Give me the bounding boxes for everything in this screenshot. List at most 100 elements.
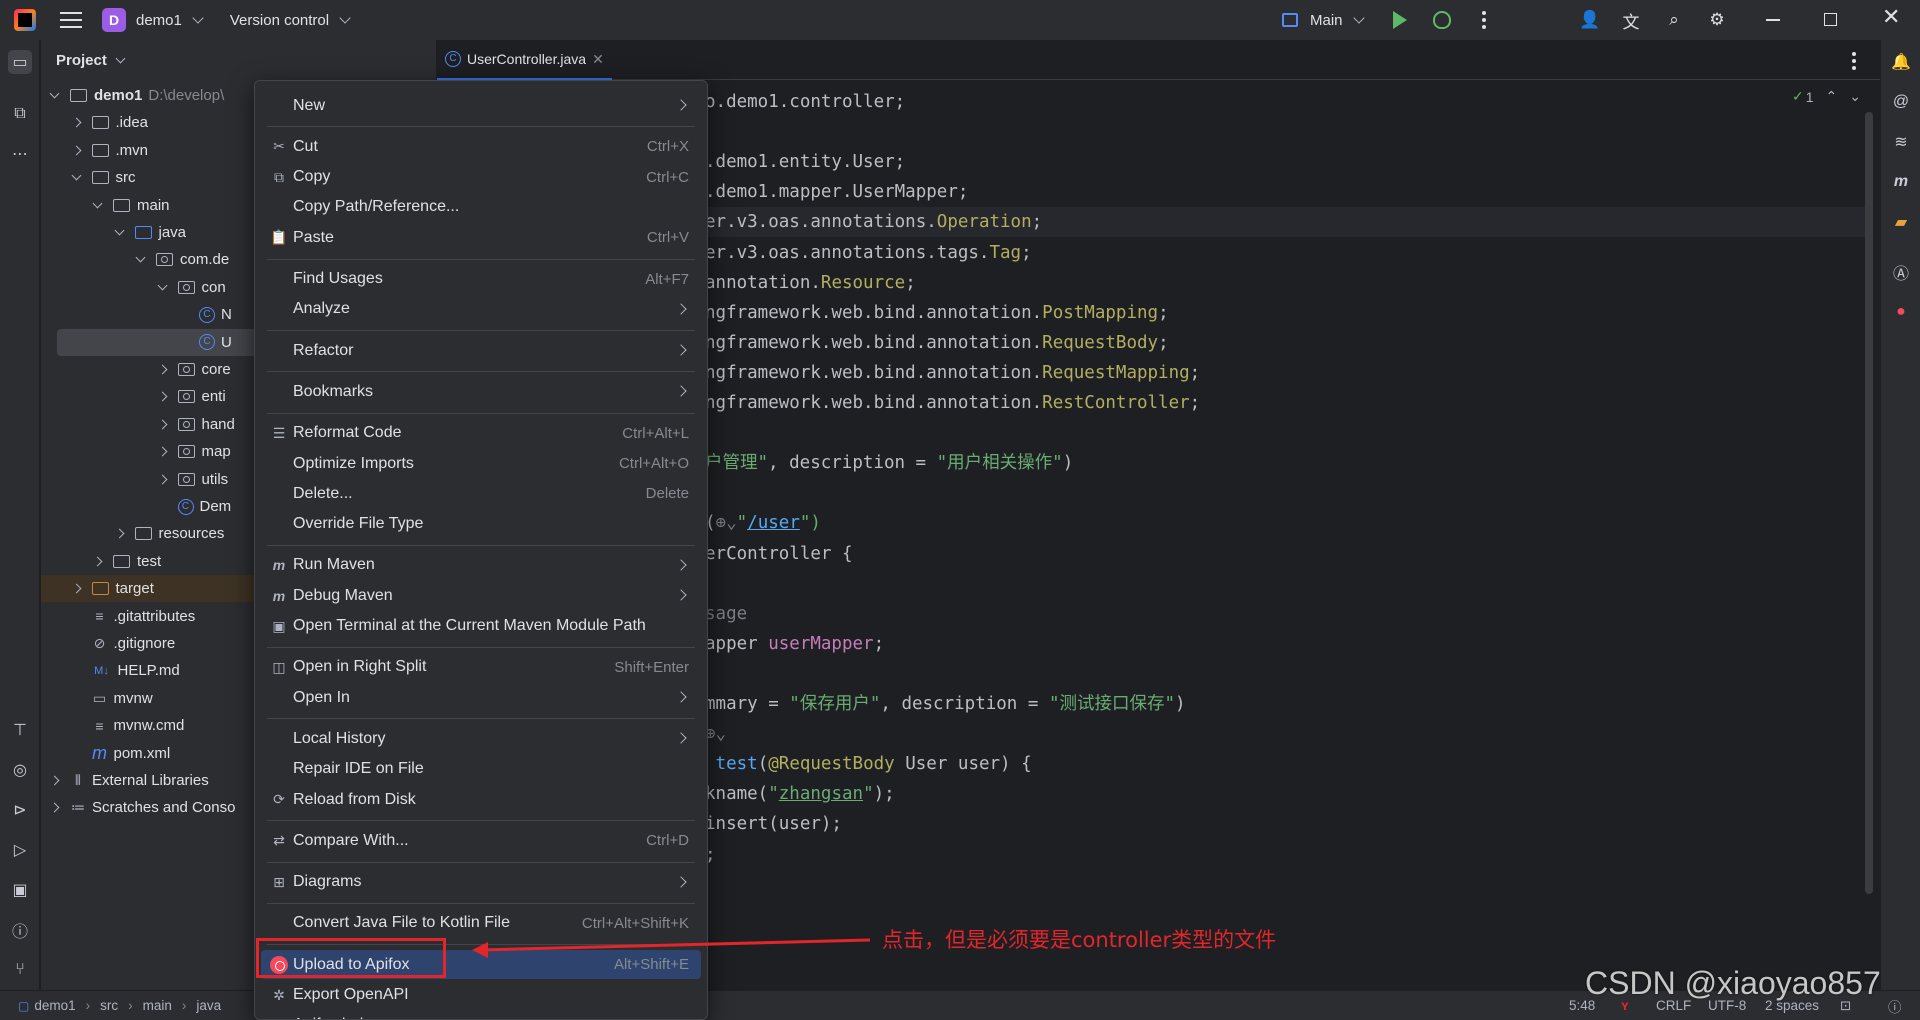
tree-node-content: con — [157, 279, 226, 296]
chevron-right-icon[interactable] — [114, 528, 124, 539]
chevron-right-icon[interactable] — [71, 117, 81, 128]
menu-item-copy[interactable]: ⧉ Copy Ctrl+C — [261, 163, 701, 192]
services-tool-icon[interactable]: ◎ — [8, 758, 32, 782]
close-window-icon[interactable]: ✕ — [1882, 6, 1900, 28]
restore-window-icon[interactable] — [1824, 13, 1837, 26]
menu-item-optimize-imports[interactable]: Optimize Imports Ctrl+Alt+O — [261, 449, 701, 478]
structure-tool-icon[interactable]: ⧉ — [8, 102, 32, 126]
problems-tool-icon[interactable]: ⓘ — [8, 918, 32, 942]
chevron-down-icon[interactable] — [135, 252, 146, 263]
database-icon[interactable]: ≋ — [1889, 130, 1913, 154]
menu-item-reformat-code[interactable]: ☰ Reformat Code Ctrl+Alt+L — [261, 419, 701, 448]
chevron-right-icon[interactable] — [92, 556, 103, 567]
project-switcher[interactable]: demo1 — [136, 12, 204, 29]
menu-item-copy-path-reference[interactable]: Copy Path/Reference... — [261, 193, 701, 222]
project-badge[interactable]: D — [102, 8, 126, 32]
chevron-right-icon[interactable] — [157, 446, 167, 457]
menu-item-debug-maven[interactable]: m Debug Maven — [261, 581, 701, 610]
run-tool-icon[interactable]: ⊳ — [8, 798, 32, 822]
chevron-right-icon: › — [85, 998, 91, 1013]
java-class-icon: C — [199, 334, 215, 351]
menu-item-open-in[interactable]: Open In — [261, 683, 701, 712]
chevron-right-icon[interactable] — [71, 583, 81, 594]
translate-icon[interactable]: 文 — [1621, 10, 1641, 32]
editor-scrollbar[interactable] — [1865, 112, 1873, 894]
menu-item-export-openapi[interactable]: ✲ Export OpenAPI — [261, 981, 701, 1010]
run-config-selector[interactable]: Main — [1282, 12, 1365, 29]
maven-debug-icon: m — [272, 587, 286, 604]
menu-item-paste[interactable]: 📋 Paste Ctrl+V — [261, 223, 701, 252]
notes-icon[interactable]: ▰ — [1889, 210, 1913, 234]
tab-options-icon[interactable] — [1852, 52, 1856, 70]
menu-item-delete[interactable]: Delete... Delete — [261, 479, 701, 508]
breadcrumb-item[interactable]: java — [196, 998, 221, 1013]
code-token: 户管理" — [705, 453, 769, 474]
menu-item-bookmarks[interactable]: Bookmarks — [261, 377, 701, 406]
menu-item-analyze[interactable]: Analyze — [261, 295, 701, 324]
chevron-down-icon[interactable] — [114, 225, 124, 236]
menu-item-run-maven[interactable]: m Run Maven — [261, 551, 701, 580]
problems-icon[interactable]: ⓘ — [1888, 996, 1902, 1016]
menu-item-repair-ide-on-file[interactable]: Repair IDE on File — [261, 755, 701, 784]
minimize-window-icon[interactable] — [1766, 19, 1780, 21]
chevron-down-icon[interactable] — [157, 280, 167, 291]
more-tools-icon[interactable]: ⋯ — [8, 142, 32, 166]
menu-item-compare-with[interactable]: ⇄ Compare With... Ctrl+D — [261, 826, 701, 855]
play-tool-icon[interactable]: ▷ — [8, 838, 32, 862]
chevron-right-icon[interactable] — [157, 391, 167, 402]
chevron-right-icon[interactable] — [157, 364, 167, 375]
project-panel-title: Project — [56, 52, 107, 69]
close-tab-icon[interactable]: ✕ — [592, 51, 604, 68]
menu-item-reload-from-disk[interactable]: ⟳ Reload from Disk — [261, 785, 701, 814]
breadcrumb-item[interactable]: src — [100, 998, 118, 1013]
project-panel-header[interactable]: Project — [56, 52, 126, 69]
menu-item-find-usages[interactable]: Find Usages Alt+F7 — [261, 265, 701, 294]
menu-item-open-in-right-split[interactable]: ◫ Open in Right Split Shift+Enter — [261, 653, 701, 682]
menu-item-apifox-helper[interactable]: Apifox helper — [261, 1011, 701, 1019]
chevron-down-icon[interactable] — [49, 88, 60, 99]
source-folder-icon — [134, 226, 152, 239]
code-token: ; — [873, 633, 885, 654]
inspection-widget[interactable]: ✓ 1 ⌃ ⌄ — [1792, 88, 1861, 105]
chevron-right-icon[interactable] — [157, 419, 167, 430]
ai-assistant-icon[interactable]: @ — [1889, 90, 1913, 114]
menu-item-label: Compare With... — [293, 831, 409, 849]
menu-item-open-terminal-at-the-current-maven-module-path[interactable]: ▣ Open Terminal at the Current Maven Modu… — [261, 612, 701, 641]
debug-icon[interactable] — [1433, 11, 1451, 29]
menu-item-override-file-type[interactable]: Override File Type — [261, 510, 701, 539]
chevron-right-icon — [675, 344, 687, 356]
chevron-up-icon[interactable]: ⌃ — [1826, 88, 1838, 105]
menu-item-local-history[interactable]: Local History — [261, 724, 701, 753]
vcs-widget[interactable]: Version control — [230, 12, 351, 29]
chevron-right-icon[interactable] — [49, 775, 60, 786]
git-tool-icon[interactable]: ⑂ — [8, 958, 32, 982]
add-user-icon[interactable]: 👤 — [1579, 10, 1600, 30]
search-icon[interactable]: ⌕ — [1664, 10, 1684, 30]
code-token: " — [768, 784, 779, 805]
breadcrumb-item[interactable]: main — [143, 998, 172, 1013]
notifications-icon[interactable]: 🔔 — [1889, 50, 1913, 74]
tab-user-controller[interactable]: C UserController.java ✕ — [437, 40, 612, 80]
settings-gear-icon[interactable]: ⚙ — [1707, 10, 1727, 30]
build-tool-icon[interactable]: ⊤ — [8, 718, 32, 742]
menu-item-cut[interactable]: ✂ Cut Ctrl+X — [261, 132, 701, 161]
translation-icon[interactable]: Ⓐ — [1889, 260, 1913, 284]
chevron-down-icon[interactable]: ⌄ — [1849, 88, 1861, 105]
menu-item-refactor[interactable]: Refactor — [261, 336, 701, 365]
chevron-right-icon[interactable] — [49, 802, 60, 813]
more-actions-icon[interactable] — [1482, 11, 1486, 29]
terminal-tool-icon[interactable]: ▣ — [8, 878, 32, 902]
menu-item-diagrams[interactable]: ⊞ Diagrams — [261, 868, 701, 897]
breadcrumb-item[interactable]: demo1 — [34, 998, 75, 1013]
project-tool-icon[interactable]: ▭ — [8, 50, 32, 74]
menu-item-new[interactable]: New — [261, 91, 701, 120]
chevron-right-icon[interactable] — [157, 474, 167, 485]
apifox-tool-icon[interactable]: ● — [1889, 300, 1913, 324]
chevron-right-icon[interactable] — [71, 145, 81, 156]
run-icon[interactable] — [1393, 11, 1407, 29]
chevron-down-icon — [115, 53, 126, 64]
chevron-down-icon[interactable] — [92, 198, 103, 209]
main-menu-icon[interactable] — [60, 12, 82, 28]
maven-icon[interactable]: m — [1889, 170, 1913, 194]
chevron-down-icon[interactable] — [71, 170, 81, 181]
